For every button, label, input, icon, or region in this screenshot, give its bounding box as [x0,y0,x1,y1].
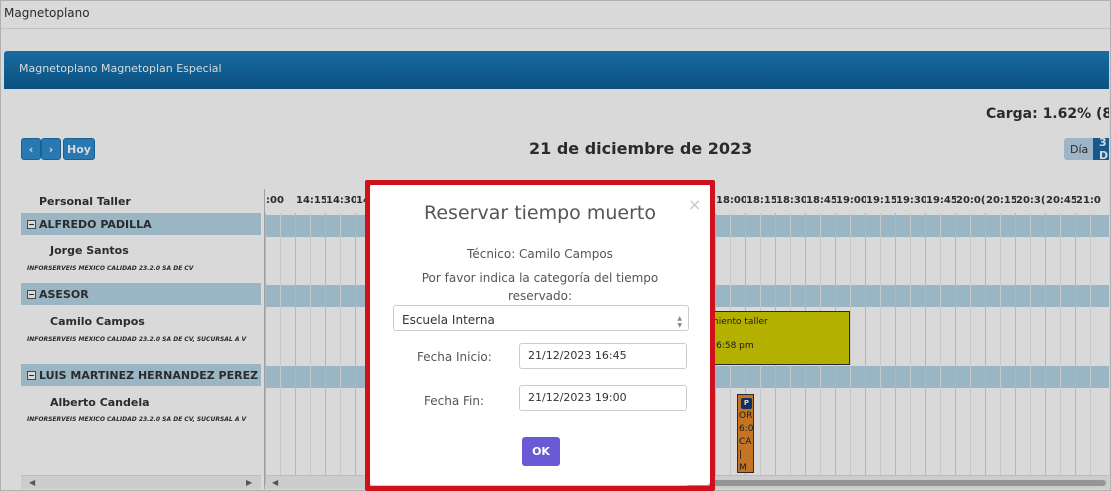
category-select[interactable]: Escuela Interna ▲ ▼ [393,305,689,331]
end-date-label: Fecha Fin: [424,394,485,408]
technician-label: Técnico: Camilo Campos [467,247,613,261]
end-date-input[interactable]: 21/12/2023 19:00 [519,385,687,411]
start-date-label: Fecha Inicio: [417,350,492,364]
dialog-title: Reservar tiempo muerto [424,202,656,224]
ok-button[interactable]: OK [522,437,560,466]
reserve-dead-time-dialog: Reservar tiempo muerto × Técnico: Camilo… [370,185,710,485]
close-icon[interactable]: × [688,195,701,214]
category-prompt: Por favor indica la categoría del tiempo… [421,271,659,303]
start-date-input[interactable]: 21/12/2023 16:45 [519,343,687,369]
dropdown-caret-icon: ▲ ▼ [677,315,682,329]
category-value: Escuela Interna [402,313,495,327]
